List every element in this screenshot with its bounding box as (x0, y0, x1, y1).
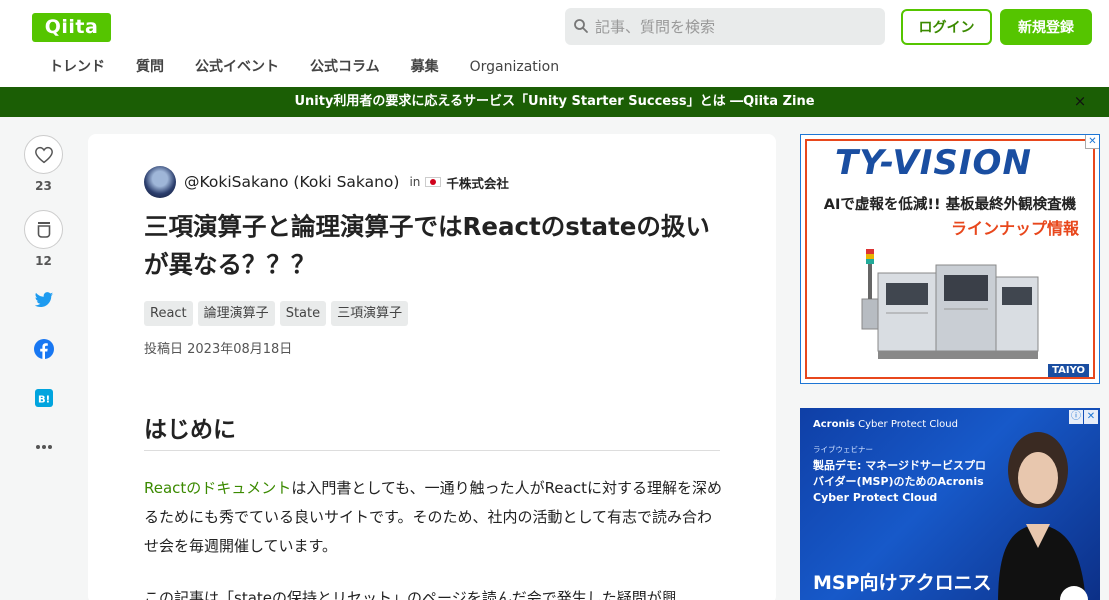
banner-link[interactable]: Unity利用者の要求に応えるサービス「Unity Starter Succes… (294, 94, 814, 109)
avatar[interactable] (144, 166, 176, 198)
ad-logo-text: TY-VISION (835, 143, 1032, 183)
signup-button[interactable]: 新規登録 (1000, 9, 1092, 45)
ad-headline: AIで虚報を低減!! 基板最終外観検査機 (823, 197, 1077, 213)
ad2-controls: ⓘ ✕ (1068, 410, 1098, 424)
info-icon[interactable]: ⓘ (1069, 410, 1083, 424)
qiita-logo[interactable]: Qiita (32, 13, 111, 42)
facebook-icon (33, 339, 54, 359)
nav-questions[interactable]: 質問 (136, 50, 164, 84)
stock-count: 12 (35, 254, 52, 268)
stock-icon (37, 221, 50, 238)
machine-image (861, 249, 1039, 359)
author-row: @KokiSakano (Koki Sakano) in 千株式会社 (144, 166, 509, 198)
like-count: 23 (35, 179, 52, 193)
facebook-share[interactable] (24, 339, 63, 359)
announcement-banner: Unity利用者の要求に応えるサービス「Unity Starter Succes… (0, 87, 1109, 117)
tag-logical-operator[interactable]: 論理演算子 (197, 301, 275, 326)
organization-logo (425, 177, 442, 187)
ad-subheadline: ラインナップ情報 (950, 219, 1079, 238)
ad2-brand: Acronis Cyber Protect Cloud (813, 419, 958, 430)
presenter-image (998, 432, 1086, 600)
hatena-bookmark-icon: B! (34, 389, 53, 407)
section-heading: はじめに (144, 410, 720, 451)
taiyo-logo: TAIYO (1048, 364, 1089, 377)
more-options[interactable] (24, 437, 63, 457)
intro-paragraph: Reactのドキュメントは入門書としても、一通り触った人がReactに対する理解… (144, 474, 724, 561)
tag-react[interactable]: React (144, 301, 193, 326)
react-docs-link[interactable]: Reactのドキュメント (144, 479, 291, 497)
organization-name[interactable]: 千株式会社 (446, 173, 509, 192)
like-button[interactable] (24, 135, 63, 174)
nav-recruit[interactable]: 募集 (411, 50, 439, 84)
ad-acronis[interactable]: Acronis Cyber Protect Cloud ライブウェビナー 製品デ… (800, 408, 1100, 600)
ad2-bottom-text: MSP向けアクロニス (813, 572, 992, 594)
tag-list: React 論理演算子 State 三項演算子 (144, 301, 413, 326)
twitter-share[interactable] (24, 290, 63, 310)
ad-choices-icon[interactable]: ✕ (1085, 135, 1099, 149)
heart-icon (34, 146, 53, 163)
nav-organization[interactable]: Organization (470, 50, 560, 84)
hatena-share[interactable]: B! (24, 388, 63, 408)
search-icon (574, 19, 588, 33)
search-box[interactable] (565, 8, 885, 45)
nav-official-columns[interactable]: 公式コラム (310, 50, 380, 84)
stock-button[interactable] (24, 210, 63, 249)
tag-state[interactable]: State (279, 301, 327, 326)
ad-ty-vision[interactable]: TY-VISION AIで虚報を低減!! 基板最終外観検査機 ラインナップ情報 … (800, 134, 1100, 384)
nav-trend[interactable]: トレンド (49, 50, 105, 84)
posted-date: 投稿日 2023年08月18日 (144, 342, 293, 357)
more-dots-icon (35, 445, 52, 449)
article-actions: 23 12 B! (24, 135, 64, 457)
main-nav: トレンド 質問 公式イベント 公式コラム 募集 Organization (32, 50, 590, 84)
nav-official-events[interactable]: 公式イベント (195, 50, 279, 84)
ad2-headline: 製品デモ: マネージドサービスプロバイダー(MSP)のためのAcronis Cy… (813, 459, 987, 504)
second-paragraph: この記事は「stateの保持とリセット」のページを読んだ会で発生した疑問が興 (144, 589, 677, 600)
search-input[interactable] (595, 8, 875, 45)
article-title: 三項演算子と論理演算子ではReactのstateの扱いが異なる？？？ (144, 212, 710, 279)
svg-text:B!: B! (38, 395, 50, 406)
site-header: Qiita ログイン 新規登録 トレンド 質問 公式イベント 公式コラム 募集 … (0, 0, 1109, 87)
ad2-label: ライブウェビナー (813, 445, 873, 454)
tag-ternary-operator[interactable]: 三項演算子 (331, 301, 409, 326)
article-card: @KokiSakano (Koki Sakano) in 千株式会社 三項演算子… (88, 134, 776, 600)
in-label: in (409, 175, 421, 189)
twitter-icon (34, 291, 53, 307)
close-icon[interactable]: ✕ (1084, 410, 1098, 424)
login-button[interactable]: ログイン (901, 9, 992, 45)
author-name[interactable]: @KokiSakano (Koki Sakano) (184, 173, 399, 191)
close-icon[interactable]: × (1071, 87, 1089, 117)
